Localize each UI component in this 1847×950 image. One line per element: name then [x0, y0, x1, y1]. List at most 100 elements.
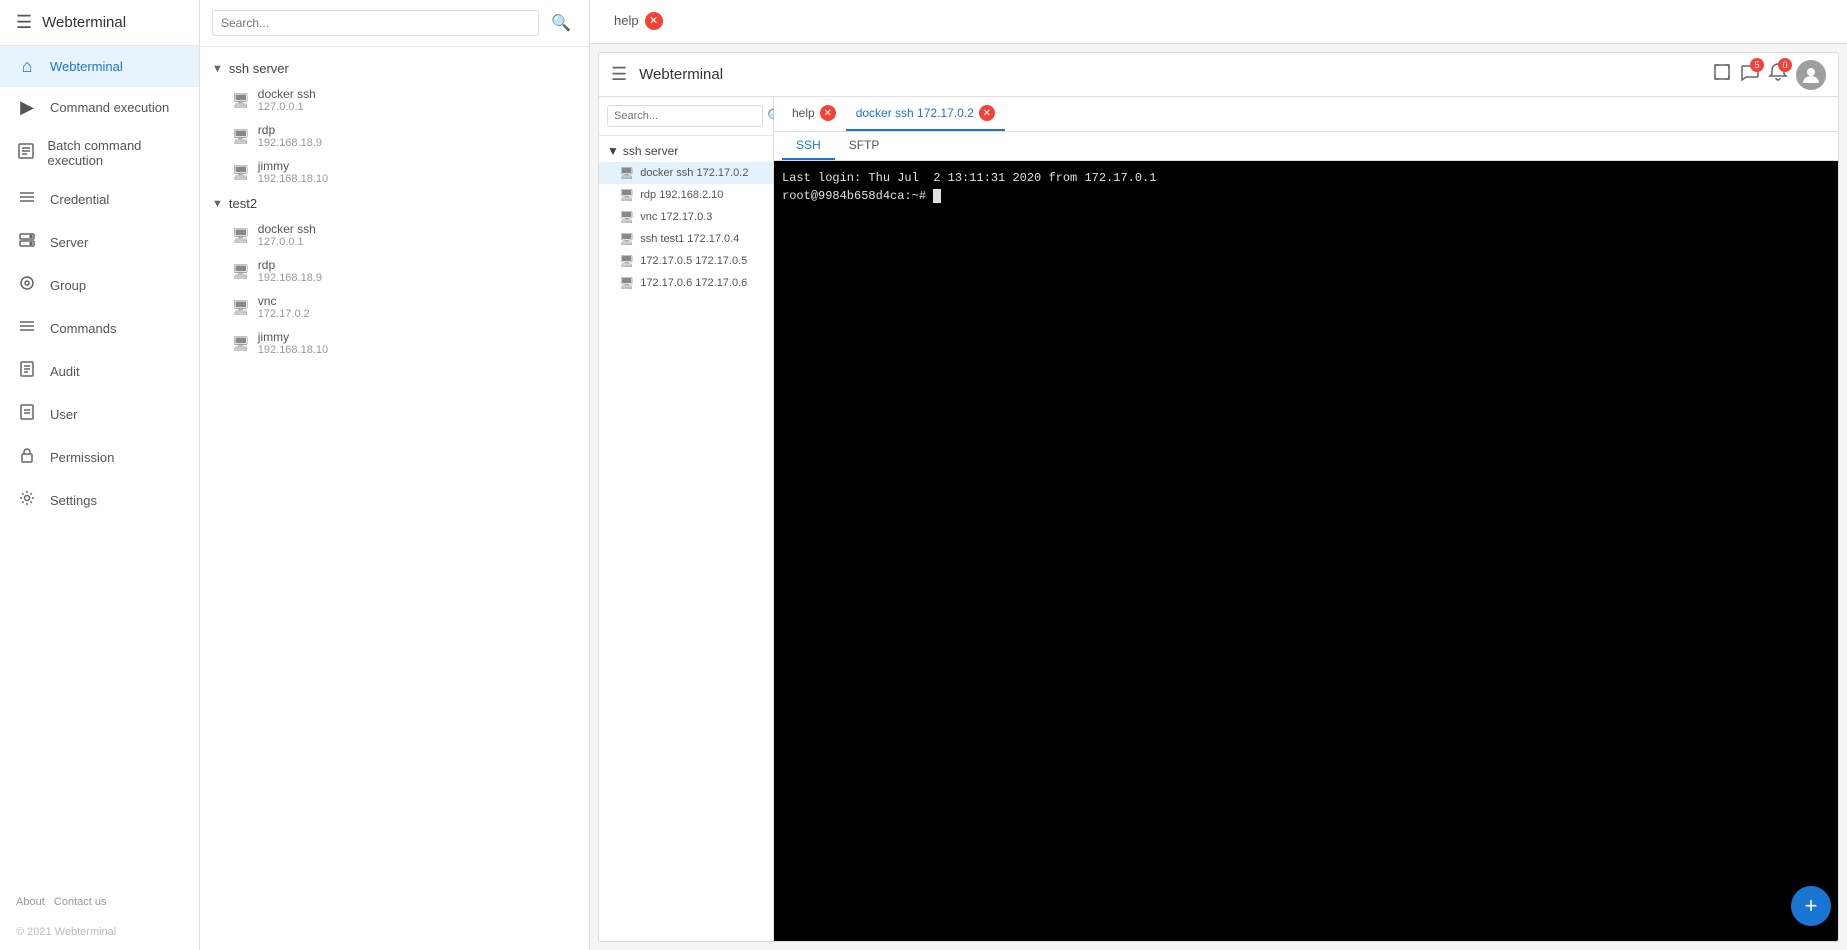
server-ip: 192.168.18.10	[258, 173, 328, 185]
play-icon: ▶	[16, 97, 38, 118]
list-item[interactable]: 🖥 docker ssh 127.0.0.1	[200, 82, 589, 118]
server-name: jimmy	[258, 330, 328, 344]
sidebar-item-batch-command[interactable]: Batch command execution	[0, 128, 199, 178]
sidebar-item-label: Group	[50, 278, 86, 293]
group-test2[interactable]: ▼ test2	[200, 190, 589, 217]
list-item[interactable]: 🖥 vnc 172.17.0.2	[200, 289, 589, 325]
ssh-sftp-tab-bar: SSH SFTP	[774, 132, 1838, 161]
ssh-icon: 🖥	[232, 227, 250, 244]
chat-icon[interactable]: 5	[1740, 62, 1760, 87]
tab-close-button[interactable]: ✕	[645, 12, 663, 30]
inner-server-tree: ▼ ssh server 🖥 docker ssh 172.17.0.2 🖥 r…	[599, 136, 773, 941]
sidebar-item-label: Audit	[50, 364, 80, 379]
inner-list-item[interactable]: 🖥 vnc 172.17.0.3	[599, 206, 773, 228]
vnc-icon: 🖥	[232, 299, 250, 316]
inner-list-item[interactable]: 🖥 172.17.0.6 172.17.0.6	[599, 272, 773, 294]
sidebar-item-command-execution[interactable]: ▶ Command execution	[0, 87, 199, 128]
server-ip: 172.17.0.2	[258, 308, 310, 320]
inner-list-item[interactable]: 🖥 docker ssh 172.17.0.2	[599, 162, 773, 184]
inner-search-input[interactable]	[607, 105, 763, 127]
main-content: help ✕ ☰ Webterminal	[590, 0, 1847, 950]
inner-ssh-icon: 🖥	[619, 166, 634, 180]
server-search-button[interactable]: 🔍	[545, 11, 577, 35]
batch-icon	[16, 142, 35, 165]
terminal-prompt: root@9984b658d4ca:~#	[782, 187, 1830, 205]
sidebar-item-permission[interactable]: Permission	[0, 436, 199, 479]
server-name: rdp	[258, 123, 322, 137]
inner-server-label: vnc 172.17.0.3	[640, 211, 712, 223]
nav-header: ☰ Webterminal	[0, 0, 199, 46]
fab-add-button[interactable]: +	[1791, 886, 1831, 926]
inner-search-bar: 🔍	[599, 97, 773, 136]
top-tab-bar: help ✕	[590, 0, 1847, 44]
credential-icon	[16, 188, 38, 211]
home-icon: ⌂	[16, 56, 38, 77]
chat-badge: 5	[1750, 58, 1764, 72]
terminal-cursor	[933, 189, 941, 203]
sidebar-item-credential[interactable]: Credential	[0, 178, 199, 221]
list-item[interactable]: 🖥 rdp 192.168.18.9	[200, 253, 589, 289]
tab-label: help	[614, 13, 639, 28]
inner-tab-docker-ssh[interactable]: docker ssh 172.17.0.2 ✕	[846, 97, 1005, 131]
tab-sftp[interactable]: SFTP	[835, 132, 894, 160]
server-ip: 127.0.0.1	[258, 236, 316, 248]
bell-badge: 0	[1778, 58, 1792, 72]
sidebar-item-label: Permission	[50, 450, 114, 465]
copyright-text: © 2021 Webterminal	[0, 920, 199, 950]
sidebar-item-commands[interactable]: Commands	[0, 307, 199, 350]
sidebar-item-settings[interactable]: Settings	[0, 479, 199, 522]
contact-link[interactable]: Contact us	[54, 896, 107, 908]
rdp-icon: 🖥	[232, 128, 250, 145]
ssh-icon: 🖥	[232, 92, 250, 109]
inner-list-item[interactable]: 🖥 rdp 192.168.2.10	[599, 184, 773, 206]
sidebar-item-group[interactable]: Group	[0, 264, 199, 307]
inner-list-item[interactable]: 🖥 ssh test1 172.17.0.4	[599, 228, 773, 250]
list-item[interactable]: 🖥 docker ssh 127.0.0.1	[200, 217, 589, 253]
server-name: docker ssh	[258, 87, 316, 101]
sidebar-item-label: Batch command execution	[47, 138, 183, 168]
inner-server-label: 172.17.0.6 172.17.0.6	[640, 277, 747, 289]
expand-icon[interactable]	[1712, 62, 1732, 87]
inner-server-label: docker ssh 172.17.0.2	[640, 167, 748, 179]
sidebar-item-label: Command execution	[50, 100, 169, 115]
inner-tab-help[interactable]: help ✕	[782, 97, 846, 131]
inner-tab-close[interactable]: ✕	[979, 105, 995, 121]
bell-icon[interactable]: 0	[1768, 62, 1788, 87]
list-item[interactable]: 🖥 rdp 192.168.18.9	[200, 118, 589, 154]
terminal-menu-icon[interactable]: ☰	[611, 64, 627, 85]
server-icon	[16, 231, 38, 254]
sidebar-item-server[interactable]: Server	[0, 221, 199, 264]
terminal-header-actions: 5 0	[1712, 60, 1826, 90]
sidebar-item-home[interactable]: ⌂ Webterminal	[0, 46, 199, 87]
sidebar-item-audit[interactable]: Audit	[0, 350, 199, 393]
list-item[interactable]: 🖥 jimmy 192.168.18.10	[200, 325, 589, 361]
rdp-icon: 🖥	[232, 263, 250, 280]
inner-group-ssh-server[interactable]: ▼ ssh server	[599, 140, 773, 162]
about-link[interactable]: About	[16, 896, 45, 908]
sidebar-item-label: User	[50, 407, 77, 422]
inner-arrow: ▼	[607, 144, 619, 158]
tab-ssh[interactable]: SSH	[782, 132, 835, 160]
server-search-input[interactable]	[212, 10, 539, 36]
sidebar-item-label: Server	[50, 235, 88, 250]
collapse-arrow: ▼	[212, 198, 223, 210]
inner-tab-close[interactable]: ✕	[820, 105, 836, 121]
tab-help[interactable]: help ✕	[602, 2, 675, 42]
sidebar-item-user[interactable]: User	[0, 393, 199, 436]
inner-rdp-icon: 🖥	[619, 188, 634, 202]
inner-terminal-right: help ✕ docker ssh 172.17.0.2 ✕ SSH SFTP …	[774, 97, 1838, 941]
terminal-area: ☰ Webterminal 5	[598, 52, 1839, 942]
server-ip: 192.168.18.9	[258, 272, 322, 284]
avatar[interactable]	[1796, 60, 1826, 90]
inner-layout: 🔍 ▼ ssh server 🖥 docker ssh 172.17.0.2 🖥…	[599, 97, 1838, 941]
menu-icon[interactable]: ☰	[16, 12, 32, 33]
terminal-screen[interactable]: Last login: Thu Jul 2 13:11:31 2020 from…	[774, 161, 1838, 941]
group-name: ssh server	[229, 61, 289, 76]
server-browser: 🔍 ▼ ssh server 🖥 docker ssh 127.0.0.1 🖥 …	[200, 0, 590, 950]
list-item[interactable]: 🖥 jimmy 192.168.18.10	[200, 154, 589, 190]
group-ssh-server[interactable]: ▼ ssh server	[200, 55, 589, 82]
group-name: test2	[229, 196, 257, 211]
inner-list-item[interactable]: 🖥 172.17.0.5 172.17.0.5	[599, 250, 773, 272]
user-icon	[16, 403, 38, 426]
inner-tab-label: help	[792, 106, 815, 120]
